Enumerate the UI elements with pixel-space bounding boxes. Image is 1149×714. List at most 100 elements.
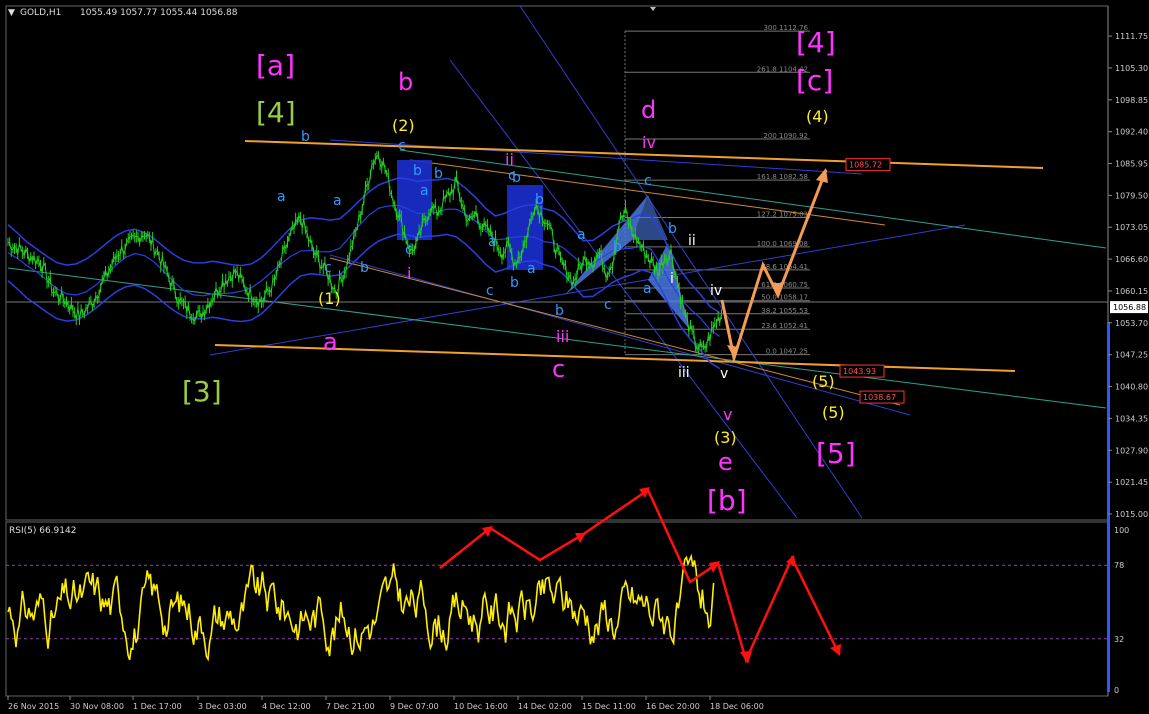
wave-label: iii	[678, 365, 690, 381]
wave-label: iv	[642, 133, 656, 152]
wave-label: ii	[688, 233, 696, 249]
rsi-axis-label: 100	[1114, 526, 1129, 535]
wave-label: [4]	[256, 96, 296, 129]
fib-label: 161.8 1082.58	[757, 173, 808, 181]
price-tick-label: 1021.45	[1115, 478, 1148, 487]
time-tick-label: 18 Dec 06:00	[710, 702, 764, 711]
time-tick-label: 15 Dec 11:00	[582, 702, 636, 711]
wave-label: e	[718, 448, 733, 476]
price-tick-label: 1079.50	[1115, 191, 1148, 200]
fib-label: 23.6 1052.41	[761, 322, 808, 330]
price-tick-label: 1034.35	[1115, 414, 1148, 423]
wave-label: v	[720, 366, 728, 382]
wave-label: b	[668, 221, 677, 237]
wave-label: (5)	[812, 372, 835, 391]
wave-label: [c]	[796, 64, 833, 97]
price-tick-label: 1066.60	[1115, 255, 1148, 264]
time-tick-label: 9 Dec 07:00	[390, 702, 439, 711]
wave-label: b	[360, 260, 369, 276]
time-tick-label: 16 Dec 20:00	[646, 702, 700, 711]
wave-label: a	[577, 227, 586, 243]
wave-label: b	[398, 68, 413, 96]
wave-label: i	[407, 264, 411, 283]
price-tick-label: 1105.30	[1115, 64, 1148, 73]
time-tick-label: 1 Dec 17:00	[133, 702, 182, 711]
price-tick-label: 1085.95	[1115, 160, 1148, 169]
rsi-axis-label: 32	[1114, 635, 1124, 644]
wave-label: d	[641, 96, 656, 124]
price-tick-label: 1073.05	[1115, 223, 1148, 232]
fib-label: 78.6 1064.41	[761, 263, 808, 271]
wave-label: ii	[505, 150, 514, 169]
price-tag-label: 1085.72	[849, 161, 882, 170]
wave-label: a	[323, 328, 338, 356]
wave-label: [4]	[796, 26, 836, 59]
wave-label: b	[434, 166, 443, 182]
price-tick-label: 1111.75	[1115, 32, 1148, 41]
price-tag-label: 1043.93	[843, 367, 876, 376]
wave-label: a	[420, 183, 429, 199]
wave-label: b	[535, 192, 544, 208]
current-price-label: 1056.88	[1113, 303, 1146, 312]
scrollbar[interactable]	[1107, 322, 1110, 692]
time-tick-label: 26 Nov 2015	[8, 702, 59, 711]
time-tick-label: 14 Dec 02:00	[518, 702, 572, 711]
wave-label: c	[398, 138, 406, 154]
fib-label: 61.8 1060.75	[761, 281, 808, 289]
wave-label: b	[510, 275, 519, 291]
wave-label: a	[277, 189, 286, 205]
wave-label: a	[527, 261, 536, 277]
symbol-label: GOLD,H1	[20, 8, 61, 18]
fib-label: 50.0 1058.17	[761, 294, 808, 302]
ohlc-values: 1055.49 1057.77 1055.44 1056.88	[80, 8, 238, 18]
price-tick-label: 1098.85	[1115, 96, 1148, 105]
price-tick-label: 1040.80	[1115, 383, 1148, 392]
wave-label: b	[613, 239, 622, 255]
wave-label: (1)	[318, 289, 341, 308]
wave-label: b	[413, 163, 422, 179]
rsi-axis-label: 78	[1114, 561, 1124, 570]
wave-label: a	[643, 281, 652, 297]
time-tick-label: 4 Dec 12:00	[262, 702, 311, 711]
wave-label: iv	[710, 283, 722, 299]
fib-label: 0.0 1047.25	[766, 348, 808, 356]
fib-label: 200 1090.92	[763, 132, 808, 140]
wave-label: (5)	[822, 403, 845, 422]
wave-label: a	[333, 193, 342, 209]
price-tick-label: 1092.40	[1115, 128, 1148, 137]
header-arrow-icon[interactable]: ▼	[8, 8, 15, 18]
time-tick-label: 30 Nov 08:00	[70, 702, 124, 711]
wave-label: c	[644, 173, 652, 189]
wave-label: a	[488, 234, 497, 250]
rsi-axis-label: 0	[1114, 686, 1119, 695]
wave-label: [3]	[182, 375, 222, 408]
wave-label: (4)	[806, 107, 829, 126]
price-tick-label: 1015.00	[1115, 510, 1148, 519]
price-tag-label: 1038.67	[863, 393, 896, 402]
price-tick-label: 1053.70	[1115, 319, 1148, 328]
wave-label: b	[555, 303, 564, 319]
wave-label: b	[301, 129, 310, 145]
time-tick-label: 10 Dec 16:00	[454, 702, 508, 711]
wave-label: c	[552, 355, 565, 383]
fib-label: 127.2 1075.03	[757, 210, 808, 218]
wave-label: [5]	[816, 437, 856, 470]
wave-label: iii	[556, 327, 569, 346]
time-tick-label: 7 Dec 21:00	[326, 702, 375, 711]
wave-label: [b]	[707, 484, 747, 517]
wave-label: v	[723, 405, 732, 424]
trading-chart: ▼ GOLD,H1 1055.49 1057.77 1055.44 1056.8…	[0, 0, 1149, 714]
wave-label: [a]	[256, 49, 295, 82]
time-tick-label: 3 Dec 03:00	[198, 702, 247, 711]
wave-label: c	[508, 168, 516, 184]
wave-label: (3)	[714, 428, 737, 447]
wave-label: c	[486, 283, 494, 299]
price-tick-label: 1060.15	[1115, 287, 1148, 296]
wave-label: i	[670, 271, 674, 287]
price-tick-label: 1047.25	[1115, 351, 1148, 360]
price-tick-label: 1027.90	[1115, 446, 1148, 455]
rsi-label: RSI(5) 66.9142	[9, 526, 76, 536]
wave-label: (2)	[392, 116, 415, 135]
wave-label: c	[324, 260, 332, 276]
fib-label: 38.2 1055.53	[761, 307, 808, 315]
